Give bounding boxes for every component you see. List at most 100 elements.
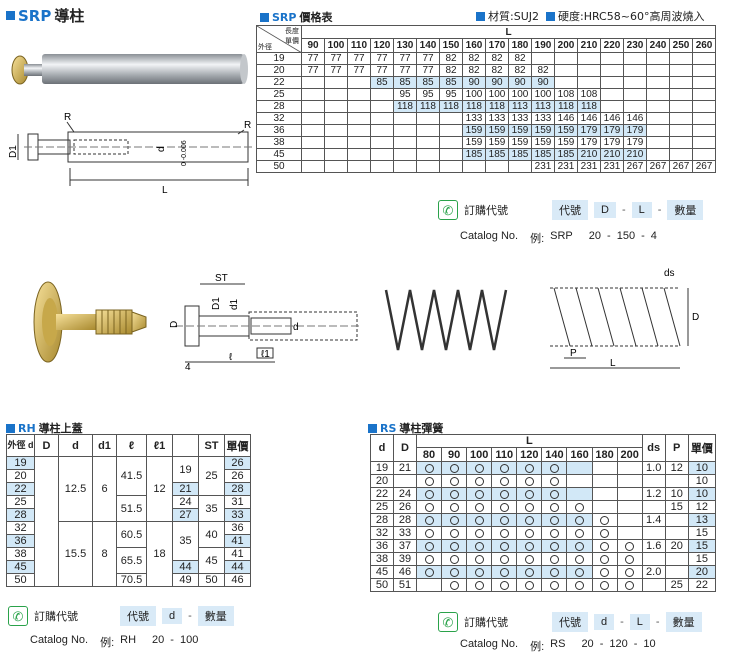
row-diameter: 28 xyxy=(256,100,302,113)
availability-cell xyxy=(566,552,593,566)
availability-cell xyxy=(541,474,568,488)
availability-cell xyxy=(441,474,468,488)
availability-cell xyxy=(491,539,518,553)
available-circle-icon xyxy=(524,476,534,486)
price-cell: 118 xyxy=(439,100,463,113)
availability-cell xyxy=(566,513,593,527)
price-cell: 159 xyxy=(508,124,532,137)
header-price: 單價 xyxy=(687,434,717,462)
price-cell xyxy=(324,124,348,137)
availability-cell xyxy=(516,565,543,579)
row-D: 37 xyxy=(393,539,417,553)
header-l: ℓ xyxy=(116,434,147,457)
availability-cell xyxy=(566,578,593,592)
price-cell xyxy=(324,148,348,161)
dim-d1-label: D1 xyxy=(211,297,222,310)
header-l1: ℓ1 xyxy=(146,434,173,457)
available-circle-icon xyxy=(549,541,559,551)
availability-cell xyxy=(441,539,468,553)
price-cell: 159 xyxy=(485,136,509,149)
info-square-icon xyxy=(545,11,555,21)
row-diameter: 45 xyxy=(256,148,302,161)
row-ds xyxy=(641,552,666,566)
price-cell: 133 xyxy=(485,112,509,125)
availability-cell xyxy=(491,461,518,475)
available-circle-icon xyxy=(424,463,434,473)
price-cell: 77 xyxy=(324,52,348,65)
price-cell xyxy=(623,64,647,77)
row-price: 10 xyxy=(687,474,717,488)
price-cell xyxy=(416,136,440,149)
price-cell xyxy=(646,52,670,65)
length-header: 140 xyxy=(541,447,568,462)
table-row: 38 39 15 xyxy=(370,552,717,566)
row-D: 24 xyxy=(393,487,417,501)
available-circle-icon xyxy=(524,541,534,551)
row-D: 21 xyxy=(393,461,417,475)
price-cell xyxy=(347,160,371,173)
order-pill-d: d xyxy=(162,608,183,624)
available-circle-icon xyxy=(625,580,635,590)
row-price: 10 xyxy=(687,487,717,501)
price-cell xyxy=(669,100,693,113)
available-circle-icon xyxy=(575,567,584,577)
price-cell: 77 xyxy=(416,52,440,65)
availability-cell xyxy=(415,552,443,566)
length-header: 160 xyxy=(462,38,486,53)
price-cell xyxy=(669,136,693,149)
price-cell: 113 xyxy=(508,100,532,113)
price-cell xyxy=(691,112,717,125)
price-cell: 77 xyxy=(393,64,417,77)
dim-ds-label: ds xyxy=(664,268,675,279)
price-cell: 185 xyxy=(462,148,486,161)
table-row: 22 24 1.2 10 10 xyxy=(370,487,717,501)
price-cell: 90 xyxy=(462,76,486,89)
row-p: 12 xyxy=(664,461,689,475)
price-cell: 231 xyxy=(531,160,555,173)
dim-l-label: ℓ xyxy=(229,352,233,363)
available-circle-icon xyxy=(449,515,459,525)
available-circle-icon xyxy=(625,567,635,577)
table-row: 45 46 2.0 20 xyxy=(370,565,717,579)
title-square-icon xyxy=(368,423,377,433)
available-circle-icon xyxy=(424,528,434,538)
phone-icon: ✆ xyxy=(8,606,28,626)
price-cell: 133 xyxy=(508,112,532,125)
length-header: 200 xyxy=(616,447,643,462)
dim-l-label: L xyxy=(610,358,616,369)
available-circle-icon xyxy=(600,515,610,525)
price-cell: 159 xyxy=(508,136,532,149)
price-cell xyxy=(416,160,440,173)
available-circle-icon xyxy=(625,541,635,551)
price-cell xyxy=(370,112,394,125)
row-ds xyxy=(641,474,666,488)
availability-cell xyxy=(591,526,618,540)
row-ds xyxy=(641,500,666,514)
available-circle-icon xyxy=(449,476,459,486)
available-circle-icon xyxy=(625,554,635,564)
price-cell: 159 xyxy=(462,124,486,137)
availability-cell xyxy=(441,487,468,501)
availability-cell xyxy=(616,565,643,579)
length-header: 210 xyxy=(577,38,601,53)
table-row: 50 51 25 22 xyxy=(370,578,717,592)
availability-cell xyxy=(415,578,443,592)
availability-cell xyxy=(466,526,493,540)
available-circle-icon xyxy=(499,541,509,551)
price-cell xyxy=(577,52,601,65)
dim-d1-label: D1 xyxy=(8,145,19,158)
availability-cell xyxy=(466,474,493,488)
price-cell xyxy=(691,76,717,89)
price-cell xyxy=(393,124,417,137)
dim-d-big-label: D xyxy=(169,321,180,328)
d-col-empty xyxy=(34,456,59,587)
availability-cell xyxy=(415,461,443,475)
dim-4-label: 4 xyxy=(185,362,191,373)
price-cell: 118 xyxy=(485,100,509,113)
table-row: 50 231 231 231 231 267 267 267 267 xyxy=(256,160,717,173)
available-circle-icon xyxy=(449,541,459,551)
row-p: 15 xyxy=(664,500,689,514)
table-row: 45 185 185 185 185 185 210 210 210 xyxy=(256,148,717,161)
phone-icon: ✆ xyxy=(438,200,458,220)
length-header: 220 xyxy=(600,38,624,53)
